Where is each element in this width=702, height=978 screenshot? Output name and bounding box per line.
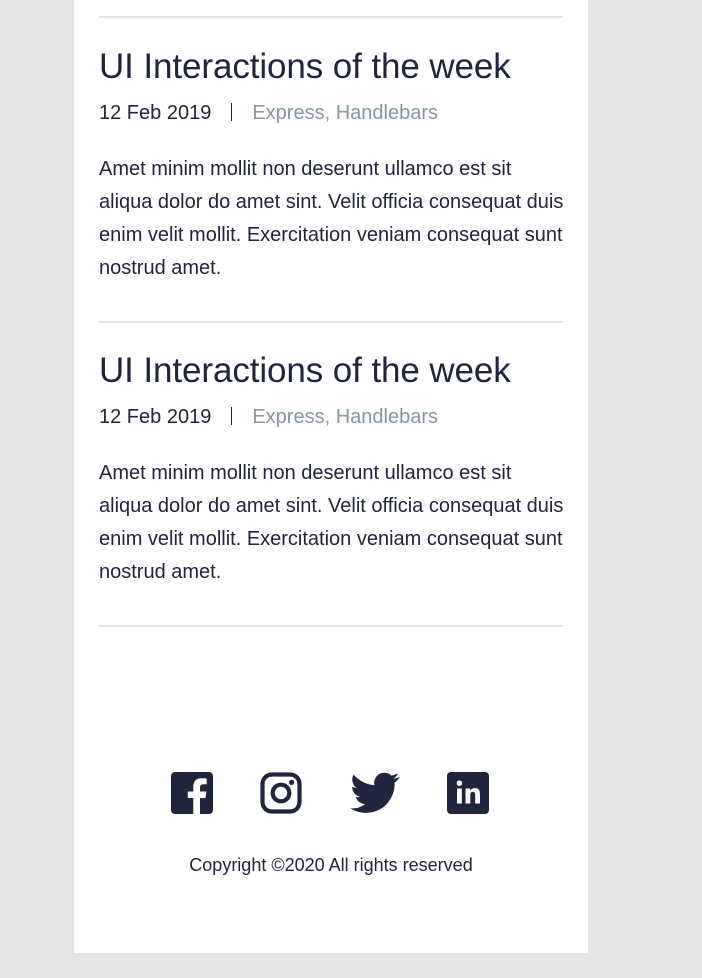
post-meta: 12 Feb 2019 Express, Handlebars <box>99 402 579 432</box>
twitter-link[interactable] <box>350 772 400 814</box>
divider <box>99 321 563 323</box>
facebook-link[interactable] <box>171 772 213 814</box>
post-excerpt: Amet minim mollit non deserunt ullamco e… <box>99 462 564 583</box>
instagram-icon <box>260 772 302 814</box>
post-card: UI Interactions of the week 12 Feb 2019 … <box>99 351 579 589</box>
content-panel: UI Interactions of the week 12 Feb 2019 … <box>74 0 588 953</box>
post-tags: Express, Handlebars <box>252 101 438 124</box>
divider <box>99 16 563 18</box>
linkedin-link[interactable] <box>447 772 489 814</box>
post-title[interactable]: UI Interactions of the week <box>99 351 579 391</box>
meta-separator <box>231 103 233 121</box>
facebook-icon <box>171 772 213 814</box>
linkedin-icon <box>447 772 489 814</box>
social-links <box>74 772 588 816</box>
post-title[interactable]: UI Interactions of the week <box>99 47 579 87</box>
twitter-icon <box>350 772 400 813</box>
post-meta: 12 Feb 2019 Express, Handlebars <box>99 98 579 128</box>
post-date: 12 Feb 2019 <box>99 101 212 124</box>
post-excerpt: Amet minim mollit non deserunt ullamco e… <box>99 158 564 279</box>
meta-separator <box>231 407 233 425</box>
copyright-text: Copyright ©2020 All rights reserved <box>189 855 473 875</box>
post-tags: Express, Handlebars <box>252 405 438 428</box>
instagram-link[interactable] <box>260 772 302 814</box>
divider <box>99 625 563 627</box>
post-date: 12 Feb 2019 <box>99 405 212 428</box>
post-card: UI Interactions of the week 12 Feb 2019 … <box>99 47 579 285</box>
